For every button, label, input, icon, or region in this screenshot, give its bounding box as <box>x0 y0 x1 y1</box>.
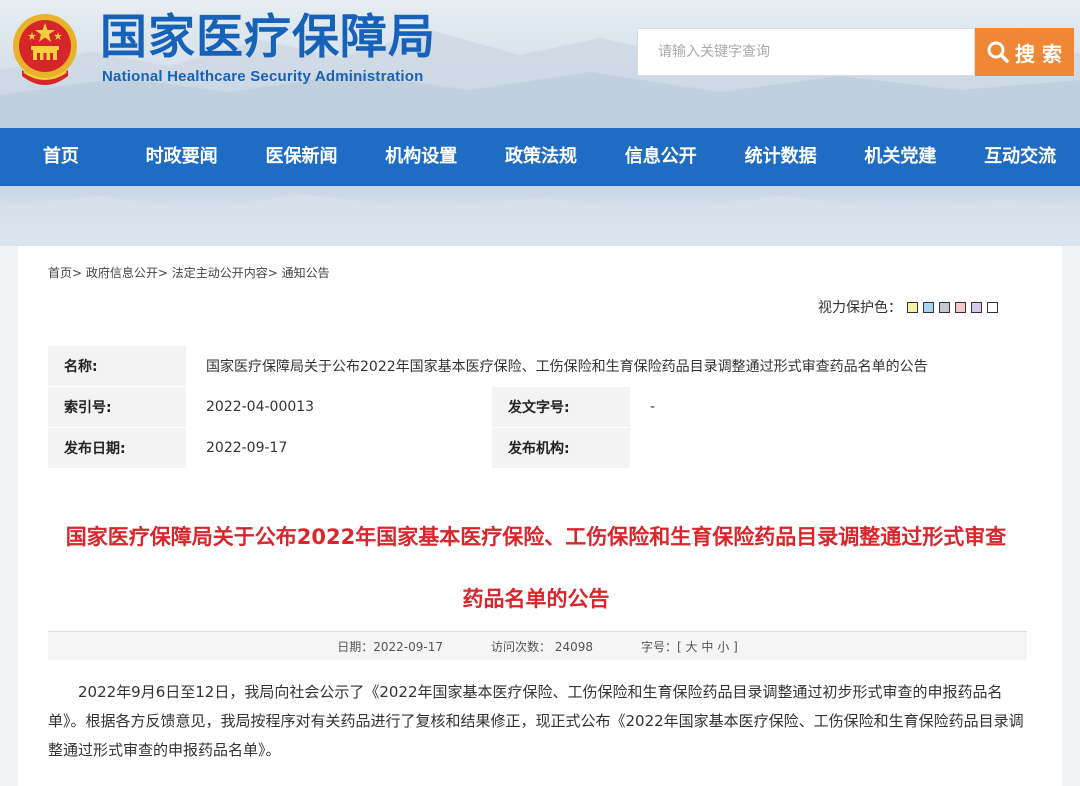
breadcrumb-disclosure[interactable]: 政府信息公开> <box>86 266 168 280</box>
search-button[interactable]: 搜 索 <box>975 28 1074 76</box>
site-header: 国家医疗保障局 National Healthcare Security Adm… <box>0 0 1080 128</box>
visits-label: 访问次数： <box>490 639 551 654</box>
meta-doc-no-label: 发文字号: <box>492 386 630 428</box>
font-size-label: 字号：[ <box>641 639 682 654</box>
swatch-white[interactable] <box>987 301 998 313</box>
breadcrumb-home[interactable]: 首页> <box>48 266 82 280</box>
swatch-blue[interactable] <box>923 301 934 313</box>
article-date: 日期：2022-09-17 <box>337 639 443 654</box>
main-nav: 首页 时政要闻 医保新闻 机构设置 政策法规 信息公开 统计数据 机关党建 互动… <box>0 128 1080 186</box>
eye-care-colors: 视力保护色： <box>818 297 998 317</box>
meta-name-label: 名称: <box>48 346 186 387</box>
meta-row-name: 名称: 国家医疗保障局关于公布2022年国家基本医疗保险、工伤保险和生育保险药品… <box>48 346 1024 387</box>
article-visits: 访问次数： 24098 <box>491 638 593 655</box>
meta-date-label: 发布日期: <box>48 427 186 469</box>
article-title-line1: 国家医疗保障局关于公布2022年国家基本医疗保险、工伤保险和生育保险药品目录调整… <box>65 525 1007 549</box>
site-title[interactable]: 国家医疗保障局 <box>100 6 436 70</box>
site-subtitle: National Healthcare Security Administrat… <box>102 68 424 85</box>
swatch-pink[interactable] <box>955 301 966 313</box>
font-size-control: 字号：[ 大 中 小 ] <box>641 638 738 655</box>
national-emblem-icon <box>13 14 77 85</box>
article-info-bar: 日期：2022-09-17 访问次数： 24098 字号：[ 大 中 小 ] <box>48 631 1027 660</box>
nav-item-party[interactable]: 机关党建 <box>840 128 960 186</box>
meta-row-date: 发布日期: 2022-09-17 发布机构: <box>48 427 1024 469</box>
mountain-banner <box>0 194 1080 246</box>
font-size-large[interactable]: 大 <box>686 640 698 654</box>
article-body: 2022年9月6日至12日，我局向社会公示了《2022年国家基本医疗保险、工伤保… <box>48 683 1024 759</box>
meta-row-index: 索引号: 2022-04-00013 发文字号: - <box>48 386 1024 428</box>
search-icon <box>987 41 1009 63</box>
document-meta-table: 名称: 国家医疗保障局关于公布2022年国家基本医疗保险、工伤保险和生育保险药品… <box>48 346 1024 469</box>
nav-item-news[interactable]: 时政要闻 <box>122 128 242 186</box>
article-title: 国家医疗保障局关于公布2022年国家基本医疗保险、工伤保险和生育保险药品目录调整… <box>48 506 1024 630</box>
breadcrumb-notices[interactable]: 通知公告 <box>282 266 330 280</box>
banner-background <box>0 186 1080 246</box>
meta-doc-no-value: - <box>630 386 1024 428</box>
nav-item-policies[interactable]: 政策法规 <box>481 128 601 186</box>
swatch-gray[interactable] <box>939 301 950 313</box>
nav-item-organization[interactable]: 机构设置 <box>361 128 481 186</box>
search-button-label: 搜 索 <box>1015 41 1062 66</box>
content-panel: 首页> 政府信息公开> 法定主动公开内容> 通知公告 视力保护色： 名称: 国家… <box>18 246 1062 786</box>
meta-index-value: 2022-04-00013 <box>186 386 492 428</box>
search-box <box>637 28 975 76</box>
breadcrumb-legal-content[interactable]: 法定主动公开内容> <box>172 266 278 280</box>
meta-date-value: 2022-09-17 <box>186 427 492 469</box>
nav-item-home[interactable]: 首页 <box>0 128 122 186</box>
nav-item-healthcare-news[interactable]: 医保新闻 <box>242 128 362 186</box>
breadcrumb: 首页> 政府信息公开> 法定主动公开内容> 通知公告 <box>48 264 330 281</box>
article-title-line2: 药品名单的公告 <box>462 587 610 611</box>
eye-care-label: 视力保护色： <box>818 300 902 316</box>
search-input[interactable] <box>656 29 960 75</box>
font-size-medium[interactable]: 中 <box>701 640 713 654</box>
swatch-yellow[interactable] <box>907 301 918 313</box>
font-size-small[interactable]: 小 <box>717 640 729 654</box>
meta-index-label: 索引号: <box>48 386 186 428</box>
meta-name-value: 国家医疗保障局关于公布2022年国家基本医疗保险、工伤保险和生育保险药品目录调整… <box>186 346 1024 387</box>
meta-org-value <box>630 427 1024 469</box>
font-size-close: ] <box>733 639 738 654</box>
nav-item-disclosure[interactable]: 信息公开 <box>601 128 721 186</box>
visits-count: 24098 <box>554 639 594 654</box>
meta-org-label: 发布机构: <box>492 427 630 469</box>
nav-item-interaction[interactable]: 互动交流 <box>960 128 1080 186</box>
swatch-purple[interactable] <box>971 301 982 313</box>
nav-item-statistics[interactable]: 统计数据 <box>721 128 841 186</box>
